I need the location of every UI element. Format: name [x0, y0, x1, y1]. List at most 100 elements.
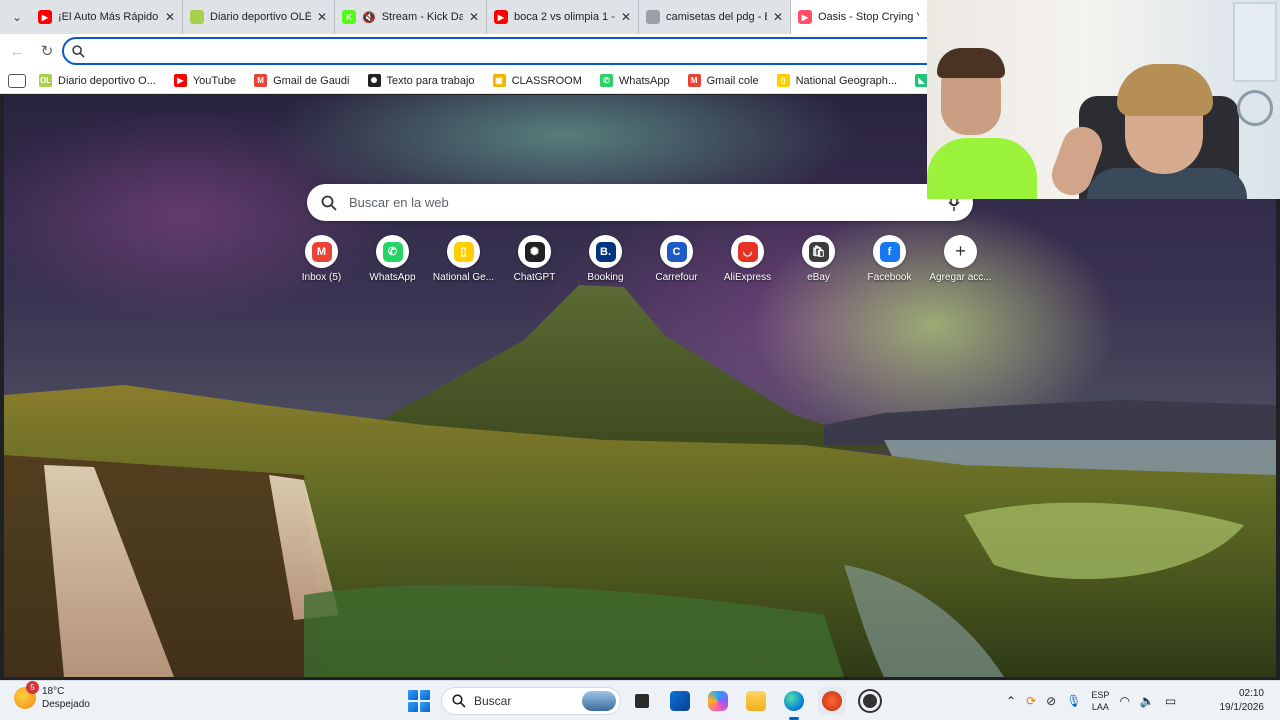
shortcut-label: Facebook	[867, 272, 912, 283]
edge-icon	[784, 691, 804, 711]
close-icon[interactable]: ✕	[469, 10, 479, 24]
youtube-icon: ▶	[494, 10, 508, 24]
search-icon	[321, 195, 337, 211]
shortcut-label: AliExpress	[723, 272, 772, 283]
shortcut-circle: +	[944, 235, 977, 268]
youtube-icon: ▶	[173, 74, 187, 87]
shortcut-tile[interactable]: C Carrefour	[641, 235, 712, 283]
weather-temp: 18°C	[42, 686, 65, 697]
shortcut-label: National Ge...	[432, 272, 495, 283]
bookmark-item[interactable]: ▶ YouTube	[165, 70, 245, 92]
weather-badge: 5	[26, 681, 39, 694]
copilot-button[interactable]	[704, 687, 732, 715]
weather-widget[interactable]: 5 18°C Despejado	[14, 681, 90, 711]
system-tray: ⌃ ⟳ ⊘ 🎙 ESP LAA ◠ 🔈 ▭	[1006, 681, 1176, 720]
shortcut-label: ChatGPT	[513, 272, 556, 283]
tab-title: camisetas del pdg - Bús	[666, 11, 767, 23]
bookmark-item[interactable]: ▯ National Geograph...	[768, 70, 907, 92]
tab[interactable]: Diario deportivo OLÉ - / ✕	[183, 0, 335, 34]
tab[interactable]: ▶Oasis - Stop Crying You✕	[791, 0, 943, 34]
booking-icon: B.	[595, 241, 616, 262]
clock[interactable]: 02:10 19/1/2026	[1220, 687, 1265, 715]
close-icon[interactable]: ✕	[621, 10, 631, 24]
start-button[interactable]	[408, 690, 430, 712]
shortcut-tile[interactable]: f Facebook	[854, 235, 925, 283]
bookmark-item[interactable]: M Gmail de Gaudi	[245, 70, 358, 92]
tab-title: Oasis - Stop Crying You	[818, 11, 919, 23]
shortcut-circle: C	[660, 235, 693, 268]
wifi-icon[interactable]: ◠	[1119, 694, 1129, 708]
back-arrow-icon[interactable]: ←	[2, 36, 32, 66]
classroom-icon: ▣	[492, 74, 506, 87]
shortcut-circle: ✆	[376, 235, 409, 268]
volume-icon[interactable]: 🔈	[1140, 694, 1155, 708]
language-indicator[interactable]: ESP LAA	[1091, 689, 1109, 713]
search-icon	[452, 694, 466, 708]
facebook-icon: f	[879, 241, 900, 262]
tab-title: boca 2 vs olimpia 1 - Yo	[514, 11, 615, 23]
language-code: ESP	[1091, 690, 1110, 700]
obs-icon	[860, 691, 880, 711]
tab[interactable]: camisetas del pdg - Bús ✕	[639, 0, 791, 34]
edge-button[interactable]	[780, 687, 808, 720]
ole-icon: OL	[39, 74, 52, 87]
address-input[interactable]	[91, 43, 940, 59]
shortcut-tile[interactable]: B. Booking	[570, 235, 641, 283]
close-icon[interactable]: ✕	[165, 10, 175, 24]
tab[interactable]: K 🔇 Stream - Kick Dashb ✕	[335, 0, 487, 34]
shortcut-label: Booking	[587, 272, 624, 283]
close-icon[interactable]: ✕	[317, 10, 327, 24]
copilot-icon	[708, 691, 728, 711]
address-bar[interactable]	[62, 37, 942, 65]
tab[interactable]: ▶ boca 2 vs olimpia 1 - Yo ✕	[487, 0, 639, 34]
apps-icon[interactable]	[8, 73, 26, 88]
file-explorer-button[interactable]	[742, 687, 770, 715]
ring-lamp	[1237, 90, 1273, 126]
close-icon[interactable]: ✕	[773, 10, 783, 24]
shortcut-label: Carrefour	[655, 272, 698, 283]
bookmark-label: CLASSROOM	[511, 74, 582, 87]
shortcut-tile[interactable]: ◡ AliExpress	[712, 235, 783, 283]
shortcut-tile[interactable]: + Agregar acc...	[925, 235, 996, 283]
taskbar-search[interactable]: Buscar	[441, 687, 621, 715]
webcam-overlay	[927, 0, 1280, 199]
gmail-icon: M	[311, 241, 332, 262]
store-button[interactable]	[666, 687, 694, 715]
battery-icon[interactable]: ▭	[1165, 694, 1176, 708]
bookmark-item[interactable]: ▣ CLASSROOM	[484, 70, 591, 92]
shortcut-tile[interactable]: M Inbox (5)	[286, 235, 357, 283]
obs-button[interactable]	[856, 687, 884, 715]
whatsapp-icon: ✆	[599, 74, 613, 87]
bookmark-item[interactable]: ✺ Texto para trabajo	[359, 70, 484, 92]
bookmark-item[interactable]: M Gmail cole	[679, 70, 768, 92]
reload-icon[interactable]: ↻	[32, 36, 62, 66]
bookmark-label: WhatsApp	[618, 74, 670, 87]
shortcut-circle: f	[873, 235, 906, 268]
person-left-hair	[937, 48, 1005, 78]
web-search-box[interactable]: Buscar en la web	[307, 184, 973, 221]
microphone-icon[interactable]: 🎙	[1066, 694, 1081, 708]
tray-chevron-up-icon[interactable]: ⌃	[1006, 694, 1016, 708]
person-left-shirt	[927, 138, 1037, 199]
natgeo-icon: ▯	[776, 74, 790, 87]
task-view-button[interactable]	[628, 687, 656, 715]
store-icon	[670, 691, 690, 711]
keyboard-layout: LAA	[1091, 702, 1109, 712]
sync-icon[interactable]: ⟳	[1026, 694, 1036, 708]
location-off-icon[interactable]: ⊘	[1046, 694, 1056, 708]
gmail-icon: M	[687, 74, 701, 87]
shortcut-tile[interactable]: ✆ WhatsApp	[357, 235, 428, 283]
shortcut-tile[interactable]: 🛍 eBay	[783, 235, 854, 283]
tab-search-chevron-icon[interactable]: ⌄	[3, 3, 31, 31]
taskbar: 5 18°C Despejado Buscar ⌃ ⟳ ⊘ 🎙 ESP LAA …	[0, 680, 1280, 720]
natgeo-icon: ▯	[453, 241, 474, 262]
shortcut-tile[interactable]: ✺ ChatGPT	[499, 235, 570, 283]
weather-desc: Despejado	[42, 699, 90, 710]
shortcut-tile[interactable]: ▯ National Ge...	[428, 235, 499, 283]
muted-speaker-icon[interactable]: 🔇	[362, 11, 376, 24]
recording-app-button[interactable]	[818, 687, 846, 715]
tab[interactable]: ▶ ¡El Auto Más Rápido De ✕	[31, 0, 183, 34]
bookmark-item[interactable]: OL Diario deportivo O...	[30, 70, 165, 92]
pinned-apps	[628, 687, 884, 720]
bookmark-item[interactable]: ✆ WhatsApp	[591, 70, 679, 92]
